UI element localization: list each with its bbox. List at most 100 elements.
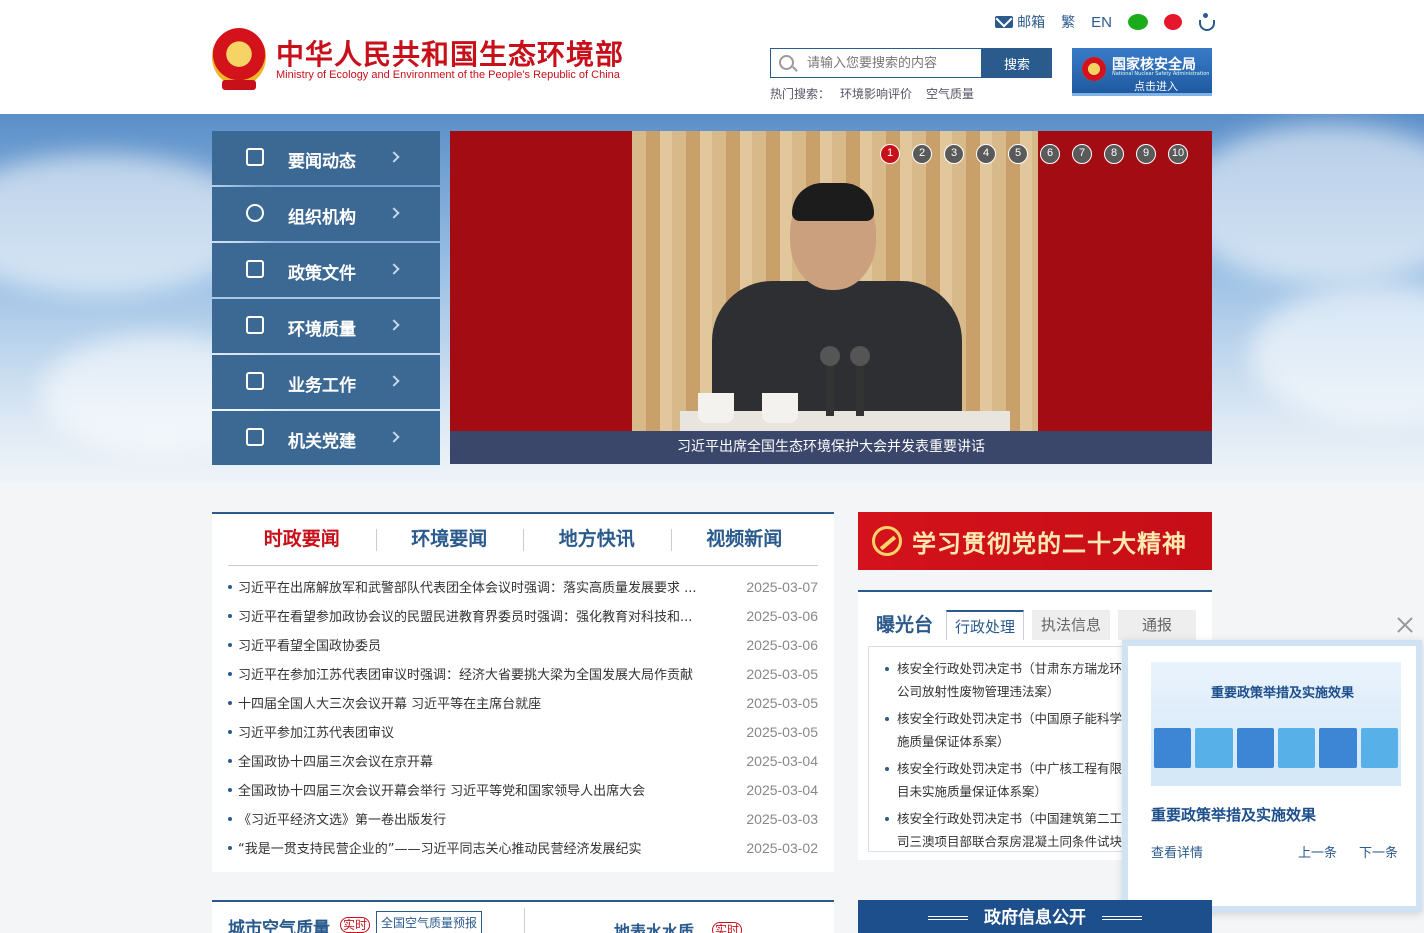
carousel-pagination: 1 2 3 4 5 6 7 8 9 10	[880, 144, 1188, 164]
list-item[interactable]: 习近平在出席解放军和武警部队代表团全体会议时强调：落实高质量发展要求 ... 20…	[228, 572, 818, 601]
nnsa-emblem-icon	[1082, 57, 1106, 81]
news-title[interactable]: 全国政协十四届三次会议在京开幕	[238, 751, 738, 770]
list-item[interactable]: 十四届全国人大三次会议开幕 习近平等在主席台就座 2025-03-05	[228, 688, 818, 717]
menu-item-business[interactable]: 业务工作	[212, 355, 440, 409]
menu-item-label: 要闻动态	[288, 152, 356, 172]
carousel-caption[interactable]: 习近平出席全国生态环境保护大会并发表重要讲话	[450, 431, 1212, 464]
news-title[interactable]: 习近平在出席解放军和武警部队代表团全体会议时强调：落实高质量发展要求 ...	[238, 577, 738, 596]
nnsa-enter: 点击进入	[1134, 80, 1178, 93]
news-list: 习近平在出席解放军和武警部队代表团全体会议时强调：落实高质量发展要求 ... 20…	[228, 572, 818, 862]
mail-link[interactable]: 邮箱	[995, 12, 1045, 32]
menu-item-organization[interactable]: 组织机构	[212, 187, 440, 241]
list-item[interactable]: “我是一贯支持民营企业的”——习近平同志关心推动民营经济发展纪实 2025-03-…	[228, 833, 818, 862]
popup-image-text: 重要政策举措及实施效果	[1211, 686, 1355, 701]
popup-image[interactable]: 重要政策举措及实施效果	[1151, 662, 1401, 786]
search-input[interactable]	[807, 53, 977, 73]
hot-search: 热门搜索： 环境影响评价 空气质量	[770, 85, 974, 102]
news-title[interactable]: 《习近平经济文选》第一卷出版发行	[238, 809, 738, 828]
tab-environment-news[interactable]: 环境要闻	[375, 514, 524, 565]
carousel-page-dot[interactable]: 10	[1168, 144, 1188, 164]
carousel-page-dot[interactable]: 2	[912, 144, 932, 164]
briefcase-icon	[246, 372, 264, 390]
list-item[interactable]: 全国政协十四届三次会议开幕会举行 习近平等党和国家领导人出席大会 2025-03-…	[228, 775, 818, 804]
tab-current-affairs[interactable]: 时政要闻	[228, 514, 376, 565]
exposure-tabs: 行政处理 执法信息 通报	[946, 610, 1196, 640]
search-button[interactable]: 搜索	[982, 48, 1052, 78]
list-item[interactable]: 习近平看望全国政协委员 2025-03-06	[228, 630, 818, 659]
english-link[interactable]: EN	[1091, 14, 1112, 31]
carousel-page-dot[interactable]: 9	[1136, 144, 1156, 164]
menu-item-label: 机关党建	[288, 432, 356, 452]
news-title[interactable]: 十四届全国人大三次会议开幕 习近平等在主席台就座	[238, 693, 738, 712]
news-date: 2025-03-05	[746, 665, 818, 682]
chevron-right-icon	[388, 151, 400, 163]
news-tabs: 时政要闻 环境要闻 地方快讯 视频新闻	[228, 514, 818, 566]
chevron-right-icon	[388, 431, 400, 443]
popup-title[interactable]: 重要政策举措及实施效果	[1151, 804, 1316, 825]
news-title[interactable]: 习近平在参加江苏代表团审议时强调：经济大省要挑大梁为全国发展大局作贡献	[238, 664, 738, 683]
carousel-page-dot[interactable]: 4	[976, 144, 996, 164]
party-congress-banner[interactable]: 学习贯彻党的二十大精神	[858, 512, 1212, 570]
tab-video-news[interactable]: 视频新闻	[670, 514, 819, 565]
realtime-badge: 实时	[340, 917, 371, 933]
forecast-dropdown[interactable]: 全国空气质量预报	[376, 911, 483, 933]
site-header: 中华人民共和国生态环境部 Ministry of Ecology and Env…	[0, 0, 1424, 114]
carousel-page-dot[interactable]: 1	[880, 144, 900, 164]
air-quality-title[interactable]: 城市空气质量	[228, 914, 330, 933]
water-quality-title[interactable]: 地表水水质	[614, 918, 694, 933]
news-title[interactable]: 习近平在看望参加政协会议的民盟民进教育界委员时强调：强化教育对科技和...	[238, 606, 738, 625]
tab-bulletin[interactable]: 通报	[1118, 610, 1196, 640]
news-title[interactable]: 全国政协十四届三次会议开幕会举行 习近平等党和国家领导人出席大会	[238, 780, 738, 799]
mail-icon	[995, 16, 1014, 28]
list-item[interactable]: 《习近平经济文选》第一卷出版发行 2025-03-03	[228, 804, 818, 833]
hot-search-item[interactable]: 空气质量	[926, 87, 974, 101]
news-title[interactable]: 习近平参加江苏代表团审议	[238, 722, 738, 741]
party-building-icon	[246, 428, 264, 446]
carousel-page-dot[interactable]: 6	[1040, 144, 1060, 164]
traditional-chinese-link[interactable]: 繁	[1061, 12, 1075, 32]
nnsa-english: National Nuclear Safety Administration	[1112, 71, 1210, 77]
nnsa-entry-button[interactable]: 国家核安全局 National Nuclear Safety Administr…	[1072, 48, 1212, 96]
search-icon	[779, 55, 794, 70]
menu-item-party-building[interactable]: 机关党建	[212, 411, 440, 465]
close-icon[interactable]	[1396, 616, 1414, 634]
accessibility-icon[interactable]	[1198, 13, 1215, 31]
gov-info-disclosure[interactable]: 政府信息公开	[858, 900, 1212, 933]
news-title[interactable]: “我是一贯支持民营企业的”——习近平同志关心推动民营经济发展纪实	[238, 838, 738, 857]
document-icon	[246, 148, 264, 166]
national-emblem-icon[interactable]	[212, 28, 266, 90]
quality-icon	[246, 316, 264, 334]
site-title[interactable]: 中华人民共和国生态环境部	[276, 33, 624, 73]
hot-search-label: 热门搜索：	[770, 87, 831, 101]
news-date: 2025-03-04	[746, 752, 818, 769]
hot-search-item[interactable]: 环境影响评价	[840, 87, 912, 101]
menu-item-label: 环境质量	[288, 320, 356, 340]
carousel-page-dot[interactable]: 5	[1008, 144, 1028, 164]
floating-popup: 重要政策举措及实施效果 重要政策举措及实施效果 查看详情 上一条 下一条	[1122, 640, 1422, 912]
list-item[interactable]: 习近平在参加江苏代表团审议时强调：经济大省要挑大梁为全国发展大局作贡献 2025-…	[228, 659, 818, 688]
list-item[interactable]: 全国政协十四届三次会议在京开幕 2025-03-04	[228, 746, 818, 775]
top-links: 邮箱 繁 EN	[995, 12, 1215, 32]
policy-file-icon	[246, 260, 264, 278]
hammer-sickle-icon	[872, 526, 902, 556]
tab-enforcement-info[interactable]: 执法信息	[1032, 610, 1110, 640]
menu-item-news[interactable]: 要闻动态	[212, 131, 440, 185]
menu-item-environment-quality[interactable]: 环境质量	[212, 299, 440, 353]
previous-link[interactable]: 上一条	[1298, 842, 1337, 861]
carousel-page-dot[interactable]: 3	[944, 144, 964, 164]
next-link[interactable]: 下一条	[1359, 842, 1398, 861]
weibo-icon[interactable]	[1164, 14, 1182, 30]
view-details-link[interactable]: 查看详情	[1151, 842, 1203, 861]
tab-local-news[interactable]: 地方快讯	[523, 514, 671, 565]
tab-administrative-action[interactable]: 行政处理	[946, 610, 1024, 640]
news-date: 2025-03-05	[746, 694, 818, 711]
news-title[interactable]: 习近平看望全国政协委员	[238, 635, 738, 654]
news-carousel[interactable]: 1 2 3 4 5 6 7 8 9 10 习近平出席全国生态环境保护大会并发表重…	[450, 131, 1212, 464]
menu-item-policy[interactable]: 政策文件	[212, 243, 440, 297]
wechat-icon[interactable]	[1128, 14, 1148, 30]
carousel-page-dot[interactable]: 7	[1072, 144, 1092, 164]
news-date: 2025-03-03	[746, 810, 818, 827]
carousel-page-dot[interactable]: 8	[1104, 144, 1124, 164]
list-item[interactable]: 习近平参加江苏代表团审议 2025-03-05	[228, 717, 818, 746]
list-item[interactable]: 习近平在看望参加政协会议的民盟民进教育界委员时强调：强化教育对科技和... 202…	[228, 601, 818, 630]
